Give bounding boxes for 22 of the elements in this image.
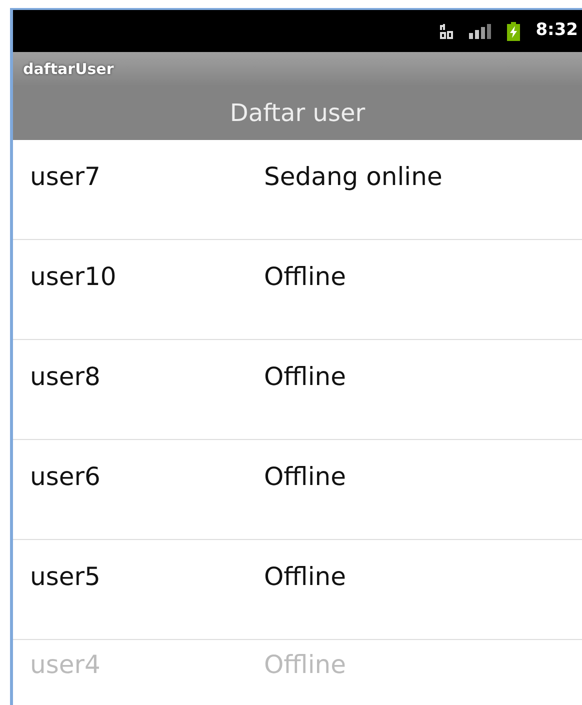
user-status: Offline [264, 362, 346, 391]
user-row[interactable]: user8 Offline [13, 340, 582, 440]
user-name: user10 [30, 262, 116, 291]
user-name: user8 [30, 362, 100, 391]
user-row[interactable]: user6 Offline [13, 440, 582, 540]
signal-icon [468, 23, 491, 39]
user-status: Offline [264, 562, 346, 591]
user-name: user4 [30, 650, 100, 679]
user-status: Offline [264, 462, 346, 491]
user-name: user5 [30, 562, 100, 591]
user-row[interactable]: user5 Offline [13, 540, 582, 640]
app-title: daftarUser [13, 52, 582, 87]
user-name: user6 [30, 462, 100, 491]
user-row[interactable]: user7 Sedang online [13, 140, 582, 240]
user-status: Offline [264, 650, 346, 679]
clock-time: 8:32 [536, 19, 578, 42]
user-status: Sedang online [264, 162, 442, 191]
user-status: Offline [264, 262, 346, 291]
user-name: user7 [30, 162, 100, 191]
list-header: Daftar user [230, 99, 366, 127]
battery-charging-icon [506, 22, 520, 40]
user-row[interactable]: user10 Offline [13, 240, 582, 340]
